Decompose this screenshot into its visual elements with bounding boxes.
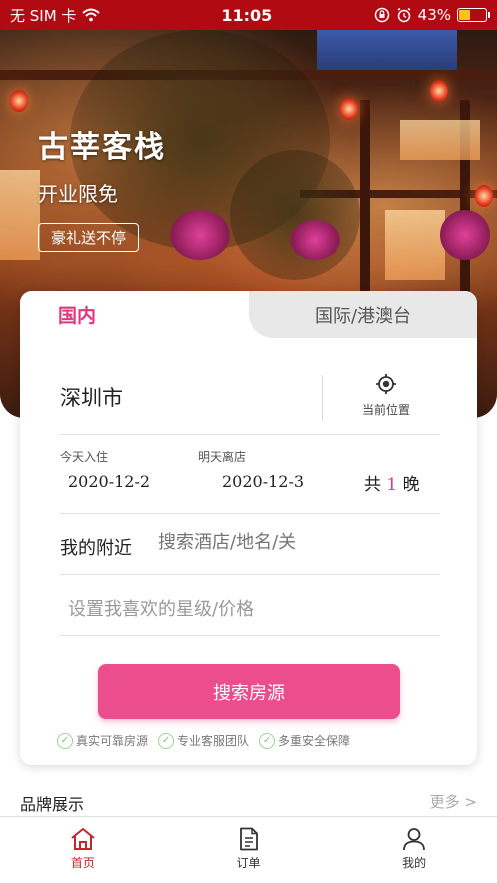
nearby-row: 我的附近 bbox=[60, 514, 440, 575]
lantern bbox=[475, 185, 493, 207]
city-row: 深圳市 当前位置 bbox=[60, 363, 440, 435]
guarantee-label: 多重安全保障 bbox=[278, 734, 351, 748]
orientation-lock-icon bbox=[374, 7, 389, 23]
checkout-date[interactable]: 2020-12-3 bbox=[222, 472, 304, 491]
check-circle-icon: ✓ bbox=[57, 732, 73, 749]
user-icon bbox=[403, 828, 426, 851]
nights-suffix: 晚 bbox=[402, 475, 420, 495]
banner-subtitle: 开业限免 bbox=[38, 182, 118, 206]
carrier-text: 无 SIM 卡 bbox=[10, 6, 77, 25]
hotel-search-page: 无 SIM 卡 11:05 43% 古莘客栈 开业限免 豪礼送不停 国内 国际/… bbox=[0, 0, 497, 883]
tab-profile[interactable]: 我的 bbox=[331, 817, 497, 883]
tab-orders[interactable]: 订单 bbox=[166, 817, 332, 883]
tab-orders-label: 订单 bbox=[236, 856, 261, 870]
banner-window bbox=[400, 120, 480, 160]
battery-fill bbox=[459, 10, 471, 20]
status-bar: 无 SIM 卡 11:05 43% bbox=[0, 0, 497, 30]
brand-title: 品牌展示 bbox=[20, 795, 85, 814]
city-selector[interactable]: 深圳市 bbox=[60, 382, 123, 412]
search-input[interactable] bbox=[158, 532, 358, 553]
status-right: 43% bbox=[374, 6, 490, 24]
banner-window bbox=[385, 210, 445, 280]
guarantee-item: ✓ 专业客服团队 bbox=[158, 732, 249, 749]
check-circle-icon: ✓ bbox=[259, 732, 276, 749]
document-icon bbox=[239, 827, 258, 851]
tab-home-label: 首页 bbox=[70, 856, 95, 870]
guarantees: ✓ 真实可靠房源 ✓ 专业客服团队 ✓ 多重安全保障 bbox=[57, 732, 350, 749]
bottom-tab-bar: 首页 订单 我的 bbox=[0, 816, 497, 883]
tab-profile-label: 我的 bbox=[402, 856, 427, 870]
brand-more-link[interactable]: 更多 > bbox=[430, 791, 477, 812]
status-left: 无 SIM 卡 bbox=[10, 5, 190, 26]
nights-prefix: 共 bbox=[364, 475, 381, 495]
battery-icon bbox=[457, 8, 490, 22]
checkin-label: 今天入住 bbox=[60, 450, 109, 464]
nearby-label[interactable]: 我的附近 bbox=[60, 534, 132, 560]
locate-label: 当前位置 bbox=[361, 403, 410, 417]
city-divider bbox=[322, 375, 323, 421]
guarantee-label: 专业客服团队 bbox=[177, 734, 250, 748]
brand-section-header: 品牌展示 更多 > bbox=[20, 791, 477, 815]
dates-row[interactable]: 今天入住 2020-12-2 明天离店 2020-12-3 共 1 晚 bbox=[60, 436, 440, 514]
wifi-icon bbox=[82, 8, 101, 22]
banner-flowers bbox=[170, 210, 230, 260]
banner-window bbox=[0, 170, 40, 260]
home-icon bbox=[71, 828, 95, 850]
battery-percent: 43% bbox=[417, 6, 451, 24]
nights-number: 1 bbox=[386, 475, 398, 495]
banner-title: 古莘客栈 bbox=[38, 130, 166, 165]
locate-icon bbox=[376, 374, 396, 394]
lantern bbox=[340, 98, 358, 120]
search-button[interactable]: 搜索房源 bbox=[98, 664, 400, 719]
tab-domestic[interactable]: 国内 bbox=[20, 291, 249, 338]
check-circle-icon: ✓ bbox=[158, 732, 175, 749]
lantern bbox=[10, 90, 28, 112]
checkout-label: 明天离店 bbox=[198, 450, 247, 464]
current-location-button[interactable]: 当前位置 bbox=[340, 373, 432, 418]
banner-tag: 豪礼送不停 bbox=[38, 223, 140, 252]
guarantee-label: 真实可靠房源 bbox=[76, 734, 149, 748]
region-tabs: 国内 国际/港澳台 bbox=[20, 291, 477, 338]
lantern bbox=[430, 80, 448, 102]
nights-count: 共 1 晚 bbox=[364, 470, 420, 495]
checkin-date[interactable]: 2020-12-2 bbox=[68, 472, 150, 491]
banner-sky bbox=[317, 30, 457, 70]
star-price-label: 设置我喜欢的星级/价格 bbox=[68, 599, 255, 620]
search-card: 国内 国际/港澳台 深圳市 当前位置 今天入住 2020-12-2 明天离店 2… bbox=[20, 291, 477, 765]
banner-flowers bbox=[290, 220, 340, 260]
banner-flowers bbox=[440, 210, 490, 260]
tab-international[interactable]: 国际/港澳台 bbox=[249, 291, 477, 338]
banner-tree bbox=[230, 150, 360, 280]
guarantee-item: ✓ 真实可靠房源 bbox=[57, 732, 148, 749]
star-price-row[interactable]: 设置我喜欢的星级/价格 bbox=[60, 575, 440, 636]
guarantee-item: ✓ 多重安全保障 bbox=[259, 732, 350, 749]
alarm-icon bbox=[397, 7, 411, 23]
tab-home[interactable]: 首页 bbox=[0, 817, 166, 883]
status-time: 11:05 bbox=[221, 5, 273, 25]
